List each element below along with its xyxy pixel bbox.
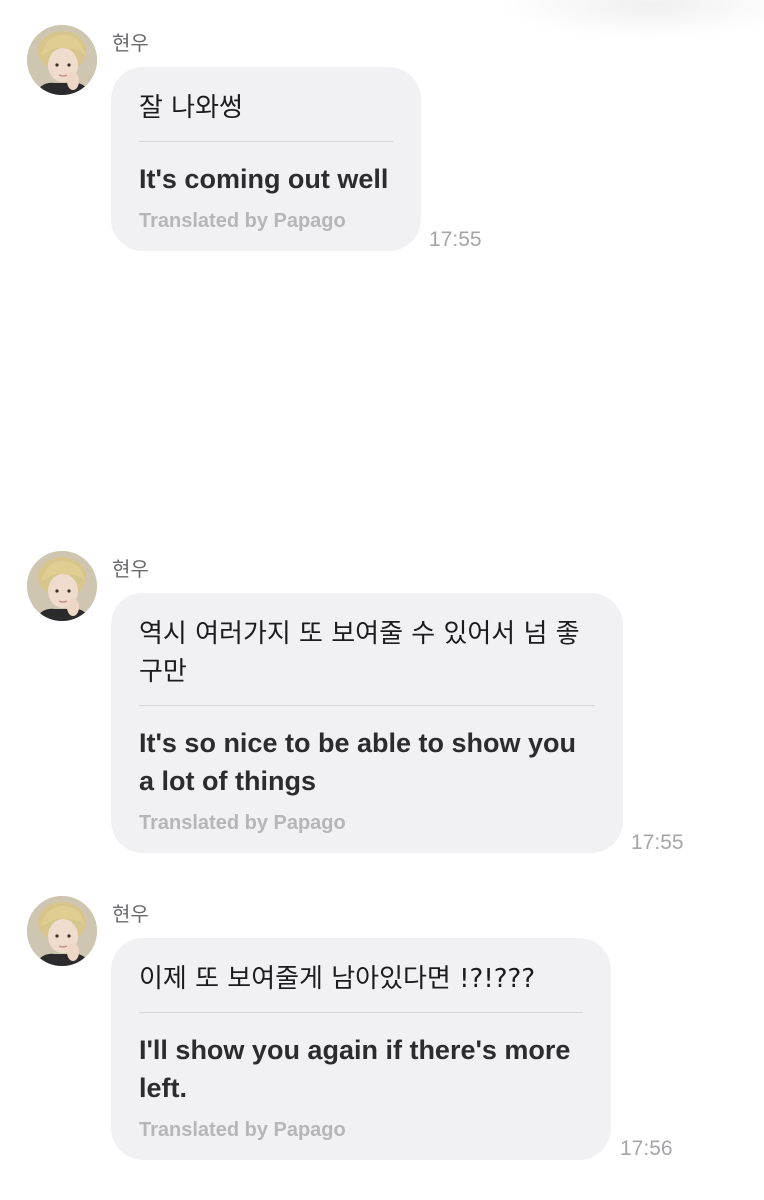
original-text: 잘 나와썽 [139,93,243,123]
timestamp: 17:56 [620,1137,673,1160]
original-text: 이제 또 보여줄게 남아있다면 !?!??? [139,964,536,994]
translation-credit: Translated by Papago [139,1119,346,1141]
sender-name: 현우 [112,902,149,926]
translated-text: It's so nice to be able to show you a lo… [139,728,576,796]
divider [139,1012,583,1013]
sender-name: 현우 [112,31,149,55]
translation-credit: Translated by Papago [139,210,346,232]
original-text: 역시 여러가지 또 보여줄 수 있어서 넘 좋구만 [139,619,580,687]
translation-credit: Translated by Papago [139,812,346,834]
divider [139,705,595,706]
avatar[interactable] [27,551,97,621]
top-edge-shadow [500,0,764,40]
message-bubble[interactable]: 역시 여러가지 또 보여줄 수 있어서 넘 좋구만 It's so nice t… [111,593,623,853]
divider [139,141,393,142]
avatar[interactable] [27,25,97,95]
sender-name: 현우 [112,557,149,581]
timestamp: 17:55 [429,228,482,251]
message-bubble[interactable]: 이제 또 보여줄게 남아있다면 !?!??? I'll show you aga… [111,938,611,1160]
translated-text: I'll show you again if there's more left… [139,1035,571,1103]
translated-text: It's coming out well [139,164,389,194]
avatar[interactable] [27,896,97,966]
timestamp: 17:55 [631,831,684,854]
message-bubble[interactable]: 잘 나와썽 It's coming out well Translated by… [111,67,421,251]
